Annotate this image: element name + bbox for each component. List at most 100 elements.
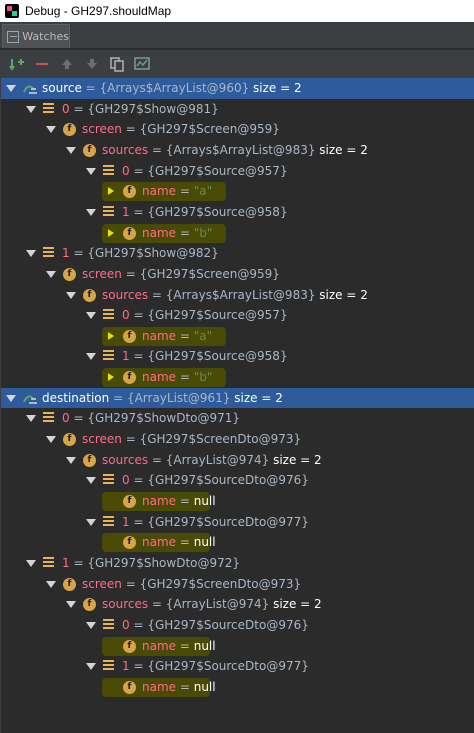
expand-arrow-icon[interactable] [6, 85, 16, 92]
tree-row-text: screen = {GH297$Screen@959} [82, 122, 280, 136]
field-icon: f [63, 123, 76, 137]
tree-row[interactable]: f screen = {GH297$ScreenDto@973} [0, 574, 474, 595]
expand-arrow-icon[interactable] [26, 250, 36, 258]
equals-sign: = [129, 473, 148, 488]
variable-value: "b" [193, 370, 213, 385]
tree-row-text: screen = {GH297$Screen@959} [82, 267, 280, 281]
equals-sign: = [176, 370, 194, 385]
tree-row[interactable]: 0 = {GH297$ShowDto@971} [0, 408, 474, 429]
tree-row[interactable]: 1 = {GH297$SourceDto@977} [0, 656, 474, 677]
expand-arrow-icon[interactable] [86, 621, 96, 629]
remove-watch-button[interactable] [31, 54, 53, 74]
tree-row[interactable]: f name = null [0, 636, 474, 657]
move-up-button[interactable] [56, 54, 78, 74]
variable-name: 0 [122, 163, 130, 178]
tree-row[interactable]: f sources = {ArrayList@974} size = 2 [0, 450, 474, 471]
variable-name: name [142, 679, 177, 694]
collapse-arrow-icon[interactable] [108, 331, 114, 340]
tree-row[interactable]: 0 = {GH297$Source@957} [0, 161, 474, 182]
expand-arrow-icon[interactable] [66, 456, 76, 464]
equals-sign: = [176, 328, 194, 343]
tree-row[interactable]: f sources = {ArrayList@974} size = 2 [0, 594, 474, 615]
expand-arrow-icon[interactable] [86, 312, 96, 320]
tree-row[interactable]: f screen = {GH297$Screen@959} [0, 264, 474, 285]
variable-name: source [42, 81, 82, 95]
equals-sign: = [129, 349, 148, 364]
equals-sign: = [176, 184, 194, 199]
variable-name: 0 [122, 617, 130, 632]
collapse-arrow-icon[interactable] [108, 373, 114, 382]
tree-row[interactable]: f name = null [0, 491, 474, 512]
collapse-arrow-icon[interactable] [108, 228, 114, 237]
tree-row[interactable]: 1 = {GH297$Source@958} [0, 202, 474, 223]
tree-row[interactable]: f name = "a" [0, 326, 474, 347]
tree-row[interactable]: f name = "a" [0, 181, 474, 202]
tree-row[interactable]: 1 = {GH297$SourceDto@977} [0, 512, 474, 533]
expand-arrow-icon[interactable] [26, 559, 36, 567]
add-watch-icon [9, 59, 24, 71]
expand-arrow-icon[interactable] [46, 580, 56, 588]
copy-button[interactable] [106, 54, 128, 74]
tree-row[interactable]: f name = null [0, 677, 474, 698]
tree-row-text: screen = {GH297$ScreenDto@973} [82, 432, 301, 446]
equals-sign: = [129, 514, 148, 529]
field-icon: f [63, 577, 76, 591]
expand-arrow-icon[interactable] [86, 353, 96, 361]
array-element-icon [43, 556, 54, 569]
expand-arrow-icon[interactable] [66, 601, 76, 609]
variable-value: {GH297$SourceDto@977} [147, 514, 309, 529]
tree-row[interactable]: f screen = {GH297$ScreenDto@973} [0, 429, 474, 450]
expand-arrow-icon[interactable] [66, 291, 76, 299]
add-watch-button[interactable] [6, 54, 28, 74]
tree-row-text: 0 = {GH297$Source@957} [122, 308, 288, 322]
variable-value: {GH297$Show@981} [87, 101, 219, 116]
variable-value: "a" [193, 184, 213, 199]
tree-row[interactable]: f name = null [0, 532, 474, 553]
tree-row[interactable]: f sources = {Arrays$ArrayList@983} size =… [0, 285, 474, 306]
tree-row-text: 0 = {GH297$SourceDto@976} [122, 618, 309, 632]
expand-arrow-icon[interactable] [86, 208, 96, 216]
minus-icon [36, 63, 48, 65]
expand-arrow-icon[interactable] [46, 436, 56, 444]
expand-arrow-icon[interactable] [86, 167, 96, 175]
variable-name: 0 [122, 308, 130, 323]
field-icon: f [83, 288, 96, 302]
variable-value: {ArrayList@974} [165, 597, 270, 612]
expand-arrow-icon[interactable] [66, 146, 76, 154]
variable-name: name [142, 638, 177, 653]
tab-watches[interactable]: Watches [2, 24, 70, 48]
expand-arrow-icon[interactable] [26, 415, 36, 423]
tree-row[interactable]: 1 = {GH297$Show@982} [0, 243, 474, 264]
tree-row[interactable]: f screen = {GH297$Screen@959} [0, 119, 474, 140]
tree-row[interactable]: 0 = {GH297$Show@981} [0, 99, 474, 120]
expand-arrow-icon[interactable] [46, 126, 56, 134]
tree-row[interactable]: 0 = {GH297$Source@957} [0, 305, 474, 326]
array-element-icon [103, 205, 114, 218]
expand-arrow-icon[interactable] [86, 477, 96, 485]
equals-sign: = [148, 452, 166, 467]
expand-arrow-icon[interactable] [86, 518, 96, 526]
expand-arrow-icon[interactable] [6, 394, 16, 402]
tree-row-text: 0 = {GH297$ShowDto@971} [62, 411, 240, 425]
collapse-arrow-icon[interactable] [108, 187, 114, 196]
tree-row[interactable]: 0 = {GH297$SourceDto@976} [0, 615, 474, 636]
equals-sign: = [121, 122, 140, 137]
tree-row[interactable]: destination = {ArrayList@961} size = 2 [0, 387, 474, 409]
tree-row[interactable]: 1 = {GH297$ShowDto@972} [0, 553, 474, 574]
expand-arrow-icon[interactable] [26, 105, 36, 113]
variable-name: name [142, 225, 177, 240]
field-icon: f [63, 267, 76, 281]
tree-row-text: name = "a" [142, 329, 212, 343]
tree-row[interactable]: f sources = {Arrays$ArrayList@983} size =… [0, 140, 474, 161]
show-watches-button[interactable] [131, 54, 153, 74]
tree-row[interactable]: f name = "b" [0, 367, 474, 388]
tree-row[interactable]: source = {Arrays$ArrayList@960} size = 2 [0, 78, 474, 99]
variable-name: screen [82, 576, 122, 591]
tree-row[interactable]: f name = "b" [0, 223, 474, 244]
tree-row[interactable]: 1 = {GH297$Source@958} [0, 346, 474, 367]
tree-row[interactable]: 0 = {GH297$SourceDto@976} [0, 470, 474, 491]
expand-arrow-icon[interactable] [86, 663, 96, 671]
move-down-button[interactable] [81, 54, 103, 74]
expand-arrow-icon[interactable] [46, 270, 56, 278]
equals-sign: = [129, 308, 148, 323]
